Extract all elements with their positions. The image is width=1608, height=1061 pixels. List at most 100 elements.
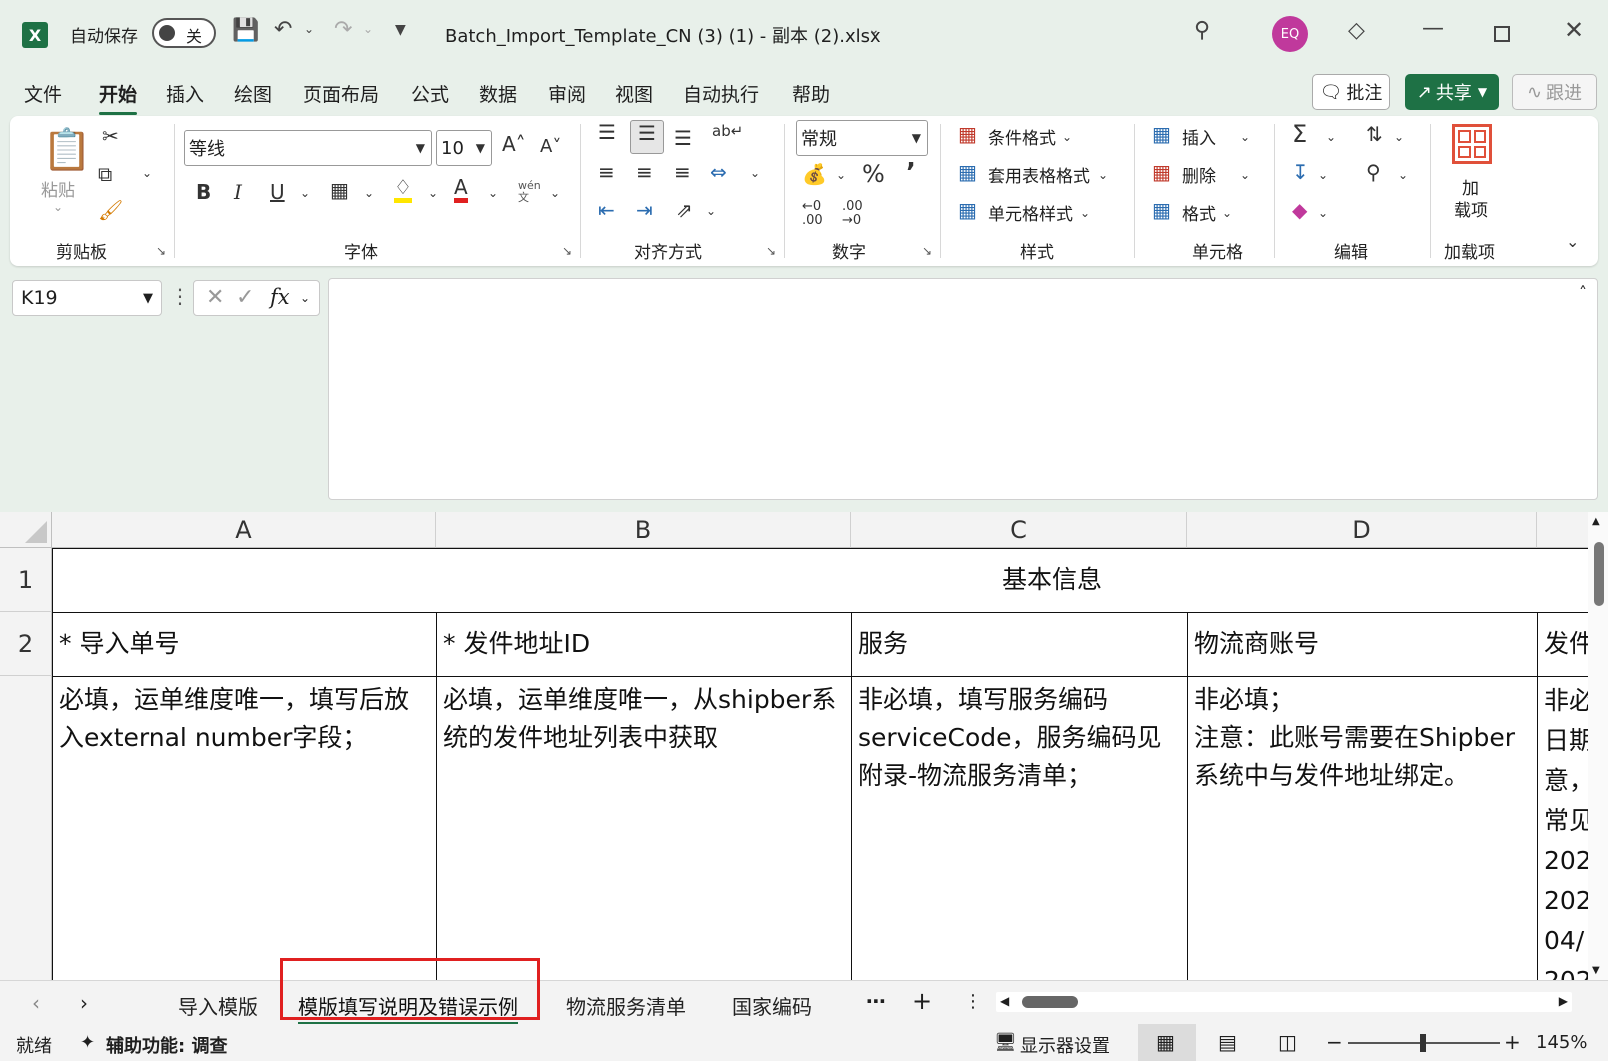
scroll-down-icon[interactable]: ▼: [1592, 965, 1600, 976]
column-header-e[interactable]: [1537, 512, 1588, 548]
column-header-a[interactable]: A: [52, 512, 436, 548]
find-select-icon[interactable]: ⚲: [1366, 160, 1381, 184]
zoom-out-icon[interactable]: −: [1326, 1030, 1343, 1054]
page-break-view-icon[interactable]: ◫: [1278, 1030, 1297, 1054]
accessibility-status[interactable]: 辅助功能: 调查: [106, 1032, 227, 1058]
autosum-dropdown-icon[interactable]: ⌄: [1326, 130, 1336, 144]
increase-font-icon[interactable]: A˄: [502, 132, 526, 156]
undo-dropdown-icon[interactable]: ⌄: [304, 22, 314, 36]
format-as-table-icon[interactable]: ▦: [958, 160, 977, 184]
merge-center-icon[interactable]: ⇔: [710, 160, 727, 184]
align-middle-icon[interactable]: ☰: [630, 120, 664, 154]
redo-icon[interactable]: ↷: [334, 17, 352, 42]
comma-style-icon[interactable]: ’: [906, 158, 916, 188]
header-cell-service[interactable]: 服务: [852, 613, 1186, 675]
font-color-icon[interactable]: A: [454, 176, 468, 203]
section-title-cell[interactable]: 基本信息: [53, 549, 1587, 611]
increase-decimal-icon[interactable]: ←0.00: [802, 200, 823, 228]
vertical-scrollbar[interactable]: ▲ ▼: [1588, 512, 1608, 980]
close-icon[interactable]: ✕: [1564, 16, 1584, 44]
next-sheet-icon[interactable]: ›: [80, 991, 88, 1015]
underline-icon[interactable]: U: [270, 180, 285, 204]
sort-filter-dropdown-icon[interactable]: ⌄: [1394, 130, 1404, 144]
phonetic-dropdown-icon[interactable]: ⌄: [550, 186, 560, 200]
cancel-icon[interactable]: ✕: [206, 285, 224, 310]
decrease-indent-icon[interactable]: ⇤: [598, 198, 615, 222]
border-dropdown-icon[interactable]: ⌄: [364, 186, 374, 200]
find-select-dropdown-icon[interactable]: ⌄: [1398, 168, 1408, 182]
chevron-down-icon[interactable]: ⌄: [300, 291, 310, 305]
description-cell-c[interactable]: 非必填，填写服务编码serviceCode，服务编码见附录-物流服务清单；: [852, 677, 1186, 980]
customize-toolbar-icon[interactable]: ▼: [395, 22, 406, 38]
decrease-font-icon[interactable]: A˅: [540, 136, 561, 157]
autosave-toggle[interactable]: 关: [152, 18, 216, 48]
save-icon[interactable]: 💾: [232, 18, 259, 43]
cell-styles-button[interactable]: 单元格样式: [988, 200, 1073, 225]
document-title[interactable]: Batch_Import_Template_CN (3) (1) - 副本 (2…: [445, 22, 881, 48]
clipboard-launcher-icon[interactable]: ↘: [156, 244, 166, 258]
sort-filter-icon[interactable]: ⇅: [1366, 122, 1383, 146]
tab-home[interactable]: 开始: [99, 80, 138, 115]
merge-dropdown-icon[interactable]: ⌄: [750, 166, 760, 180]
tab-file[interactable]: 文件: [24, 80, 62, 107]
formula-input[interactable]: ˄: [328, 278, 1598, 500]
accessibility-icon[interactable]: ✦: [80, 1032, 95, 1053]
sheet-tab-country-codes[interactable]: 国家编码: [732, 991, 812, 1020]
select-all-corner[interactable]: [0, 512, 52, 548]
header-cell-e[interactable]: 发件: [1538, 613, 1588, 675]
fill-color-dropdown-icon[interactable]: ⌄: [428, 186, 438, 200]
conditional-format-icon[interactable]: ▦: [958, 122, 977, 146]
sheet-tab-services[interactable]: 物流服务清单: [566, 991, 686, 1020]
bold-icon[interactable]: B: [196, 180, 211, 204]
tab-data[interactable]: 数据: [479, 80, 517, 107]
paste-dropdown-icon[interactable]: ⌄: [53, 200, 63, 214]
phonetic-icon[interactable]: wén 文: [518, 180, 541, 204]
delete-cells-icon[interactable]: ▦: [1152, 160, 1171, 184]
clear-icon[interactable]: ◆: [1292, 198, 1307, 222]
increase-indent-icon[interactable]: ⇥: [636, 198, 653, 222]
search-icon[interactable]: ⚲: [1194, 18, 1210, 43]
paste-label[interactable]: 粘贴: [41, 176, 75, 201]
font-launcher-icon[interactable]: ↘: [562, 244, 572, 258]
font-color-dropdown-icon[interactable]: ⌄: [488, 186, 498, 200]
sheet-tab-import[interactable]: 导入模版: [178, 991, 258, 1020]
conditional-format-button[interactable]: 条件格式: [988, 124, 1056, 149]
display-settings-icon[interactable]: 🖥: [994, 1032, 1017, 1053]
row-header-3[interactable]: [0, 676, 52, 980]
autosum-icon[interactable]: Σ: [1292, 120, 1307, 148]
italic-icon[interactable]: I: [234, 180, 242, 204]
horizontal-scrollbar[interactable]: ◀ ▶: [996, 992, 1572, 1012]
row-header-2[interactable]: 2: [0, 612, 52, 676]
alignment-launcher-icon[interactable]: ↘: [766, 244, 776, 258]
align-bottom-icon[interactable]: ☰: [674, 126, 692, 150]
format-cells-icon[interactable]: ▦: [1152, 198, 1171, 222]
chevron-down-icon[interactable]: ⌄: [1240, 168, 1250, 182]
fill-color-icon[interactable]: ♢: [394, 176, 412, 203]
insert-cells-icon[interactable]: ▦: [1152, 122, 1171, 146]
more-options-icon[interactable]: ⋮: [170, 284, 190, 308]
scroll-right-icon[interactable]: ▶: [1559, 994, 1568, 1008]
font-name-select[interactable]: 等线 ▼: [184, 130, 432, 166]
addins-icon[interactable]: [1452, 124, 1492, 164]
title-dropdown-icon[interactable]: ⌄: [868, 22, 880, 38]
chevron-down-icon[interactable]: ⌄: [1098, 168, 1108, 182]
collapse-ribbon-icon[interactable]: ⌄: [1566, 232, 1579, 251]
description-cell-e[interactable]: 非必 日期 意， 常见 202 202 04/ 202: [1538, 677, 1588, 980]
diamond-icon[interactable]: ◇: [1348, 18, 1365, 43]
copy-icon[interactable]: ⧉: [98, 162, 112, 186]
align-center-icon[interactable]: ≡: [636, 160, 653, 184]
sheet-options-icon[interactable]: ⋮: [964, 991, 982, 1012]
column-header-b[interactable]: B: [436, 512, 851, 548]
zoom-in-icon[interactable]: +: [1504, 1030, 1521, 1054]
underline-dropdown-icon[interactable]: ⌄: [300, 186, 310, 200]
cell-styles-icon[interactable]: ▦: [958, 198, 977, 222]
wrap-text-icon[interactable]: ab↵: [712, 122, 743, 140]
format-cells-button[interactable]: 格式: [1182, 200, 1216, 225]
scroll-up-icon[interactable]: ▲: [1592, 516, 1600, 527]
share-button[interactable]: ↗ 共享 ▼: [1405, 74, 1499, 110]
collapse-formula-bar-icon[interactable]: ˄: [1579, 283, 1587, 302]
chevron-down-icon[interactable]: ⌄: [1080, 206, 1090, 220]
avatar[interactable]: EQ: [1272, 16, 1308, 52]
column-header-c[interactable]: C: [851, 512, 1187, 548]
header-cell-import-no[interactable]: * 导入单号: [53, 613, 435, 675]
